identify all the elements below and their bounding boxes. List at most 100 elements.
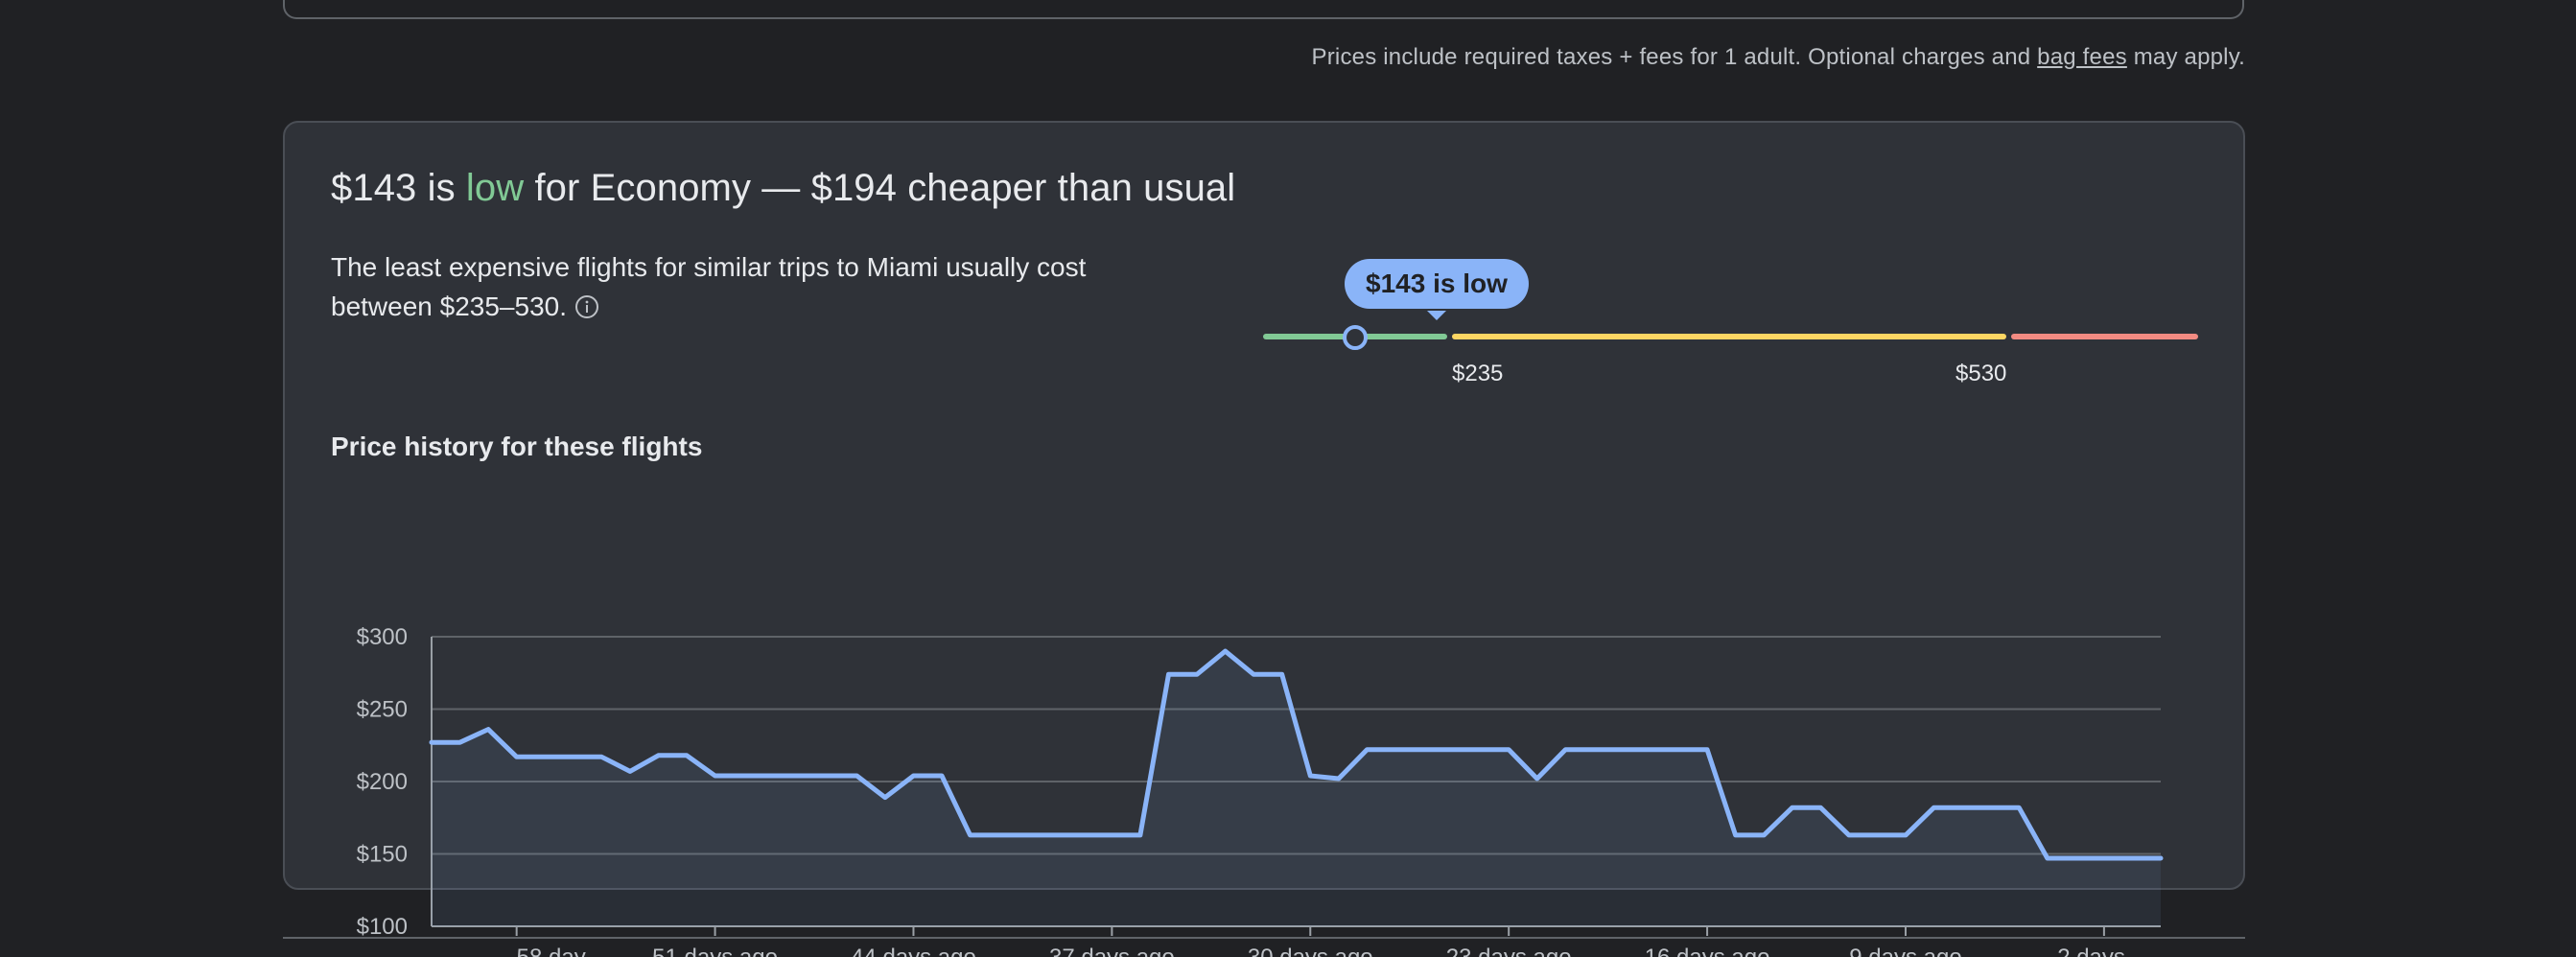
x-tick-label: 51 days ago [652,945,778,957]
price-point [657,754,661,758]
disclaimer-text-end: may apply. [2126,44,2245,70]
price-point [515,755,519,759]
price-point [1620,748,1624,752]
price-point [2159,856,2163,860]
price-insight-description: The least expensive flights for similar … [331,247,1098,326]
price-point [996,833,1000,837]
section-divider [283,937,2245,939]
headline-rest: for Economy — $194 cheaper than usual [524,167,1236,209]
price-point [1479,748,1483,752]
bag-fees-link[interactable]: bag fees [2037,44,2127,70]
price-point [1082,833,1086,837]
price-point [1762,833,1766,837]
price-point [1960,805,1964,809]
x-tick-label: 37 days ago [1049,945,1175,957]
price-point [1167,672,1171,676]
price-point [855,774,858,778]
previous-results-card [283,0,2244,19]
price-point [770,774,774,778]
x-tick-label: 30 days ago [1248,945,1373,957]
price-point [1224,649,1228,653]
typical-price-range: $143 is low $235 $530 [1263,257,2222,391]
price-point [628,769,632,773]
price-point [1195,672,1199,676]
price-point [1734,833,1738,837]
x-tick-label: 44 days ago [851,945,976,957]
x-tick-label: 58 day... [517,945,603,957]
price-point [685,754,689,758]
price-point [912,774,916,778]
price-history-svg: $100 $150 $200 $250 $300 58 day... 51 days ago… [357,624,2164,957]
typical-price-segment [1452,334,2006,339]
price-point [969,833,972,837]
x-tick-label: 23 days ago [1446,945,1572,957]
x-tick-label: 16 days ago [1645,945,1770,957]
price-level-low: low [465,167,525,209]
current-price-bubble: $143 is low [1345,259,1529,309]
price-point [1280,672,1284,676]
current-price-marker[interactable] [1343,325,1368,350]
range-low-label: $235 [1452,361,1504,386]
info-circle-icon[interactable] [574,294,599,319]
flight-results-page: Prices include required taxes + fees for… [0,0,2576,957]
price-point [741,774,745,778]
price-point [1563,748,1567,752]
price-point [827,774,831,778]
price-point [2130,856,2134,860]
price-point [599,755,603,759]
price-point [486,728,490,732]
price-point [1507,748,1510,752]
price-point [798,774,802,778]
headline-price: $143 [331,167,417,209]
price-point [2102,856,2106,860]
y-tick-label: $300 [357,624,408,650]
x-tick-label: 2 days ... [2057,945,2150,957]
y-tick-label: $150 [357,842,408,868]
y-tick-label: $100 [357,914,408,940]
price-point [1989,805,1993,809]
price-point [2046,856,2049,860]
x-tick-label: 9 days ago [1849,945,1961,957]
price-point [1904,833,1908,837]
price-point [572,755,575,759]
price-point [1053,833,1057,837]
high-price-segment [2011,334,2198,339]
range-high-label: $530 [1955,361,2007,386]
price-point [1450,748,1454,752]
price-point [1252,672,1255,676]
price-point [1535,777,1539,781]
price-point [1308,774,1312,778]
price-point [1932,805,1936,809]
price-point [1818,805,1822,809]
price-point [940,774,944,778]
price-point [1025,833,1029,837]
price-point [458,740,462,744]
price-point [714,774,717,778]
price-history-title: Price history for these flights [331,432,703,461]
price-point [1847,833,1851,837]
y-tick-label: $200 [357,769,408,795]
disclaimer-text: Prices include required taxes + fees for… [1311,44,2038,70]
price-point [543,755,547,759]
price-point [1393,748,1397,752]
price-point [1422,748,1426,752]
price-history-chart[interactable]: $100 $150 $200 $250 $300 58 day... 51 days ago… [285,487,2247,957]
bubble-pointer [1427,311,1446,320]
price-point [1337,777,1341,781]
price-point [1592,748,1596,752]
price-point [1649,748,1652,752]
price-point [1138,833,1142,837]
price-point [883,796,887,800]
price-point [1365,748,1369,752]
description-text: The least expensive flights for similar … [331,252,1087,321]
y-tick-label: $250 [357,697,408,723]
price-point [1705,748,1709,752]
price-point [1875,833,1879,837]
price-point [2073,856,2077,860]
headline-is: is [416,167,466,209]
price-point [1677,748,1681,752]
price-disclaimer: Prices include required taxes + fees for… [1312,44,2245,71]
price-point [1791,805,1794,809]
price-area-fill [432,651,2161,926]
price-point [2017,805,2021,809]
